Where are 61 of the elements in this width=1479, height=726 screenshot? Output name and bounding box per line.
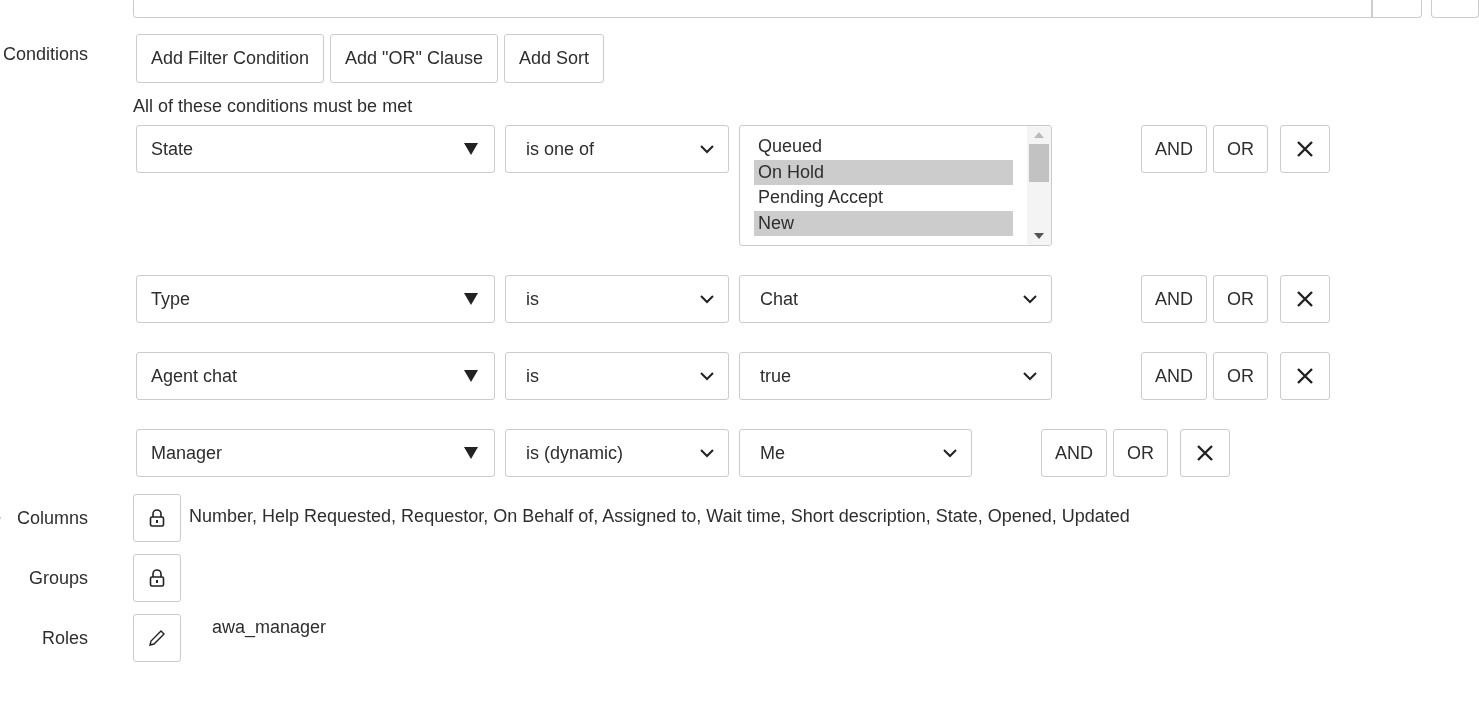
chevron-down-icon — [943, 448, 957, 458]
triangle-down-icon — [464, 447, 478, 459]
close-icon — [1196, 444, 1214, 462]
field-label: Groups — [28, 567, 88, 589]
or-button[interactable]: OR — [1113, 429, 1168, 477]
conditions-note: All of these conditions must be met — [133, 96, 414, 117]
and-button[interactable]: AND — [1141, 125, 1207, 173]
lock-icon — [149, 569, 165, 587]
chevron-down-icon — [1023, 371, 1037, 381]
and-button[interactable]: AND — [1141, 275, 1207, 323]
close-button[interactable] — [1280, 125, 1330, 173]
field-label: Conditions — [2, 44, 88, 65]
scrollbar[interactable] — [1027, 126, 1051, 245]
action-button[interactable]: Add Sort — [503, 34, 604, 83]
operator-select[interactable]: is one of — [505, 125, 729, 173]
action-button[interactable]: Add Filter Condition — [136, 34, 325, 83]
scroll-down-arrow-icon[interactable] — [1034, 233, 1044, 239]
lock-button[interactable] — [133, 494, 181, 542]
field-select[interactable]: Type — [136, 275, 495, 323]
value-select[interactable]: Me — [739, 429, 972, 477]
triangle-down-icon — [464, 293, 478, 305]
or-button[interactable]: OR — [1213, 275, 1268, 323]
list-option[interactable]: Queued — [754, 134, 1013, 160]
operator-select[interactable]: is — [505, 352, 729, 400]
chevron-down-icon — [700, 294, 714, 304]
operator-select[interactable]: is — [505, 275, 729, 323]
lock-icon — [149, 509, 165, 527]
action-button[interactable]: Add "OR" Clause — [330, 34, 498, 83]
pencil-icon — [148, 629, 166, 647]
triangle-down-icon — [464, 370, 478, 382]
multi-select-list[interactable]: Queued On Hold Pending Accept New — [739, 125, 1052, 246]
field-label: Roles — [41, 627, 88, 649]
chevron-down-icon — [700, 371, 714, 381]
list-option[interactable]: New — [754, 210, 1013, 236]
or-button[interactable]: OR — [1213, 125, 1268, 173]
operator-select[interactable]: is (dynamic) — [505, 429, 729, 477]
lock-button[interactable] — [133, 554, 181, 602]
columns-list: Number, Help Requested, Requestor, On Behalf of, Assigned to, Wait time, Short description, State, Opened, Updated — [189, 505, 1130, 527]
close-icon — [1296, 290, 1314, 308]
value-select[interactable]: Chat — [739, 275, 1052, 323]
role-value: awa_manager — [212, 616, 327, 638]
list-option[interactable]: On Hold — [754, 159, 1013, 185]
close-icon — [1296, 140, 1314, 158]
field-select[interactable]: Manager — [136, 429, 495, 477]
close-button[interactable] — [1280, 275, 1330, 323]
chevron-down-icon — [1023, 294, 1037, 304]
and-button[interactable]: AND — [1041, 429, 1107, 477]
field-select[interactable]: Agent chat — [136, 352, 495, 400]
close-button[interactable] — [1280, 352, 1330, 400]
field-label: Columns — [16, 507, 88, 529]
list-option[interactable]: Pending Accept — [754, 185, 1013, 211]
chevron-down-icon — [700, 448, 714, 458]
chevron-down-icon — [700, 144, 714, 154]
triangle-down-icon — [464, 143, 478, 155]
close-icon — [1296, 367, 1314, 385]
and-button[interactable]: AND — [1141, 352, 1207, 400]
value-select[interactable]: true — [739, 352, 1052, 400]
close-button[interactable] — [1180, 429, 1230, 477]
field-select[interactable]: State — [136, 125, 495, 173]
or-button[interactable]: OR — [1213, 352, 1268, 400]
edit-button[interactable] — [133, 614, 181, 662]
